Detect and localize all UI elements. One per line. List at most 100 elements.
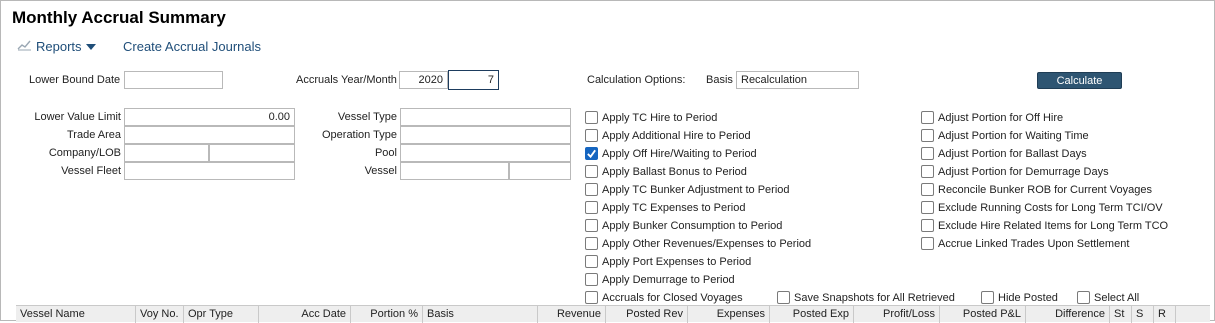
lower-value-limit-label: Lower Value Limit [34,111,121,123]
calculate-button[interactable]: Calculate [1037,72,1122,89]
option-checkbox[interactable] [921,129,934,142]
option-apply-additional-hire-to-period[interactable]: Apply Additional Hire to Period [585,129,751,142]
option-checkbox[interactable] [921,201,934,214]
vessel-fleet-input[interactable] [124,162,295,180]
option-checkbox[interactable] [585,291,598,304]
option-label: Apply TC Hire to Period [602,111,718,124]
option-apply-tc-bunker-adjustment-to-period[interactable]: Apply TC Bunker Adjustment to Period [585,183,790,196]
option-label: Apply TC Expenses to Period [602,201,746,214]
column-header-profit-loss[interactable]: Profit/Loss [854,306,940,323]
option-label: Exclude Running Costs for Long Term TCI/… [938,201,1163,214]
trade-area-input[interactable] [124,126,295,144]
lower-bound-date-input[interactable] [124,71,223,89]
column-header-portion[interactable]: Portion % [351,306,423,323]
option-label: Apply Bunker Consumption to Period [602,219,783,232]
option-label: Adjust Portion for Demurrage Days [938,165,1109,178]
column-header-s[interactable]: S [1132,306,1154,323]
column-header-vessel-name[interactable]: Vessel Name [16,306,136,323]
accruals-month-input[interactable] [448,70,499,90]
pool-label: Pool [374,147,397,159]
column-header-st[interactable]: St [1110,306,1132,323]
option-checkbox[interactable] [585,129,598,142]
option-apply-demurrage-to-period[interactable]: Apply Demurrage to Period [585,273,735,286]
column-header-expenses[interactable]: Expenses [688,306,770,323]
save-snapshots-option[interactable]: Save Snapshots for All Retrieved [777,291,955,304]
column-header-r[interactable]: R [1154,306,1176,323]
caret-down-icon [85,39,96,54]
option-checkbox[interactable] [921,147,934,160]
lob-input[interactable] [209,144,295,162]
operation-type-input[interactable] [400,126,571,144]
company-input[interactable] [124,144,209,162]
vessel-type-input[interactable] [400,108,571,126]
vessel-secondary-input[interactable] [509,162,571,180]
option-adjust-portion-for-off-hire[interactable]: Adjust Portion for Off Hire [921,111,1063,124]
option-label: Apply Demurrage to Period [602,273,735,286]
option-apply-port-expenses-to-period[interactable]: Apply Port Expenses to Period [585,255,751,268]
option-checkbox[interactable] [585,273,598,286]
company-lob-label: Company/LOB [48,147,121,159]
option-reconcile-bunker-rob-for-current-voyages[interactable]: Reconcile Bunker ROB for Current Voyages [921,183,1152,196]
option-label: Accruals for Closed Voyages [602,291,743,304]
accrual-grid-header: Vessel Name Voy No. Opr Type Acc Date Portio… [16,305,1210,323]
save-snapshots-label: Save Snapshots for All Retrieved [794,291,955,304]
column-header-opr-type[interactable]: Opr Type [184,306,259,323]
option-adjust-portion-for-demurrage-days[interactable]: Adjust Portion for Demurrage Days [921,165,1109,178]
option-checkbox[interactable] [921,219,934,232]
option-adjust-portion-for-waiting-time[interactable]: Adjust Portion for Waiting Time [921,129,1089,142]
option-checkbox[interactable] [585,255,598,268]
option-label: Apply TC Bunker Adjustment to Period [602,183,790,196]
save-snapshots-checkbox[interactable] [777,291,790,304]
option-checkbox[interactable] [585,147,598,160]
option-label: Apply Port Expenses to Period [602,255,752,268]
option-exclude-running-costs-for-long-term-tci-ov[interactable]: Exclude Running Costs for Long Term TCI/… [921,201,1163,214]
vessel-input[interactable] [400,162,509,180]
hide-posted-option[interactable]: Hide Posted [981,291,1058,304]
option-checkbox[interactable] [585,165,598,178]
option-label: Reconcile Bunker ROB for Current Voyages [938,183,1152,196]
option-checkbox[interactable] [921,111,934,124]
calculation-options-label: Calculation Options: [587,74,686,86]
column-header-basis[interactable]: Basis [423,306,538,323]
column-header-difference[interactable]: Difference [1026,306,1110,323]
option-apply-other-revenues-expenses-to-period[interactable]: Apply Other Revenues/Expenses to Period [585,237,811,250]
column-header-revenue[interactable]: Revenue [538,306,606,323]
pool-input[interactable] [400,144,571,162]
create-accrual-journals-link[interactable]: Create Accrual Journals [123,39,261,54]
operation-type-label: Operation Type [321,129,397,141]
option-accruals-for-closed-voyages[interactable]: Accruals for Closed Voyages [585,291,743,304]
column-header-voy-no[interactable]: Voy No. [136,306,184,323]
option-exclude-hire-related-items-for-long-term-tco[interactable]: Exclude Hire Related Items for Long Term… [921,219,1168,232]
column-header-posted-p-l[interactable]: Posted P&L [940,306,1026,323]
option-checkbox[interactable] [585,183,598,196]
option-apply-off-hire-waiting-to-period[interactable]: Apply Off Hire/Waiting to Period [585,147,757,160]
select-all-checkbox[interactable] [1077,291,1090,304]
option-checkbox[interactable] [921,165,934,178]
option-label: Exclude Hire Related Items for Long Term… [938,219,1169,232]
option-apply-bunker-consumption-to-period[interactable]: Apply Bunker Consumption to Period [585,219,782,232]
option-checkbox[interactable] [585,237,598,250]
option-checkbox[interactable] [921,237,934,250]
option-checkbox[interactable] [585,201,598,214]
option-apply-tc-hire-to-period[interactable]: Apply TC Hire to Period [585,111,717,124]
hide-posted-checkbox[interactable] [981,291,994,304]
lower-value-limit-input[interactable] [124,108,295,126]
reports-menu[interactable]: Reports [17,39,96,54]
lower-bound-date-label: Lower Bound Date [29,74,121,86]
option-accrue-linked-trades-upon-settlement[interactable]: Accrue Linked Trades Upon Settlement [921,237,1129,250]
option-apply-ballast-bonus-to-period[interactable]: Apply Ballast Bonus to Period [585,165,747,178]
option-checkbox[interactable] [585,111,598,124]
column-header-acc-date[interactable]: Acc Date [259,306,351,323]
column-header-posted-rev[interactable]: Posted Rev [606,306,688,323]
option-adjust-portion-for-ballast-days[interactable]: Adjust Portion for Ballast Days [921,147,1087,160]
accruals-year-input[interactable] [399,71,448,89]
option-apply-tc-expenses-to-period[interactable]: Apply TC Expenses to Period [585,201,745,214]
column-header-posted-exp[interactable]: Posted Exp [770,306,854,323]
accruals-year-month-label: Accruals Year/Month [296,74,397,86]
page-title: Monthly Accrual Summary [12,8,226,27]
option-checkbox[interactable] [921,183,934,196]
option-label: Apply Other Revenues/Expenses to Period [602,237,812,250]
basis-select[interactable] [736,71,859,89]
select-all-option[interactable]: Select All [1077,291,1139,304]
option-checkbox[interactable] [585,219,598,232]
